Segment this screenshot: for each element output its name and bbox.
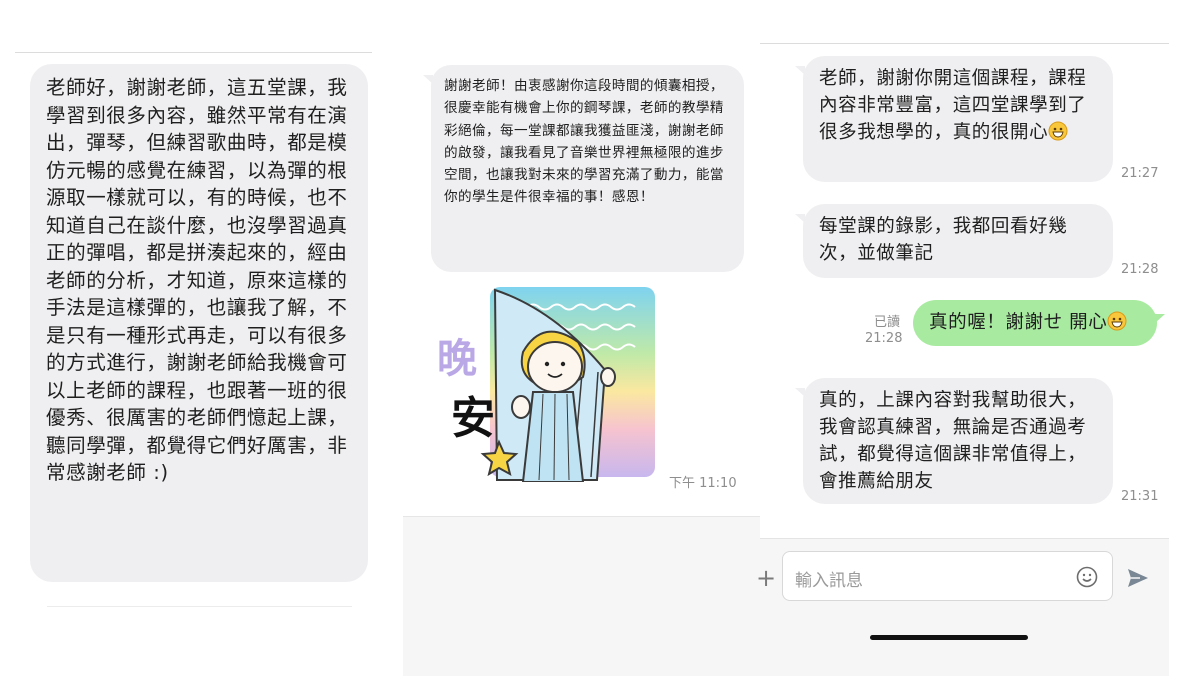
message-text: 老師好，謝謝老師，這五堂課，我學習到很多內容，雖然平常有在演出，彈琴，但練習歌曲… (46, 76, 348, 484)
read-receipt: 已讀 (874, 315, 901, 330)
grinning-face-icon (1107, 311, 1127, 339)
chat-screenshot-middle: 謝謝老師！由衷感謝你這段時間的傾囊相授，很慶幸能有機會上你的鋼琴課，老師的教學精… (403, 0, 760, 676)
timestamp: 下午 11:10 (669, 476, 737, 491)
input-placeholder: 輸入訊息 (795, 571, 863, 591)
goodnight-sticker[interactable]: 晚 安 (433, 282, 663, 483)
message-text: 謝謝老師！由衷感謝你這段時間的傾囊相授，很慶幸能有機會上你的鋼琴課，老師的教學精… (444, 78, 724, 206)
my-message-bubble[interactable]: 真的喔！謝謝せ 開心 (913, 300, 1165, 346)
timestamp: 21:27 (1121, 166, 1159, 181)
message-text: 老師，謝謝你開這個課程，課程內容非常豐富，這四堂課學到了很多我想學的，真的很開心 (819, 65, 1104, 149)
send-icon[interactable] (1126, 567, 1150, 593)
message-text: 每堂課的錄影，我都回看好幾次，並做筆記 (819, 216, 1068, 264)
sticker-text-2: 安 (451, 393, 495, 444)
message-text: 真的，上課內容對我幫助很大，我會認真練習，無論是否通過考試，都覺得這個課非常值得… (819, 390, 1087, 492)
message-input[interactable]: 輸入訊息 (782, 551, 1113, 601)
smiley-icon[interactable] (1076, 566, 1098, 592)
bubble-tail (423, 75, 433, 84)
message-bubble[interactable]: 真的，上課內容對我幫助很大，我會認真練習，無論是否通過考試，都覺得這個課非常值得… (795, 378, 1113, 504)
bubble-tail (1155, 314, 1165, 323)
divider-top (15, 52, 372, 53)
chat-screenshot-left: 老師好，謝謝老師，這五堂課，我學習到很多內容，雖然平常有在演出，彈琴，但練習歌曲… (0, 0, 390, 675)
message-text-content: 老師，謝謝你開這個課程，課程內容非常豐富，這四堂課學到了很多我想學的，真的很開心 (819, 68, 1087, 143)
message-text-content: 真的喔！謝謝せ 開心 (929, 312, 1108, 333)
grinning-face-icon (1048, 121, 1068, 149)
message-bubble[interactable]: 老師，謝謝你開這個課程，課程內容非常豐富，這四堂課學到了很多我想學的，真的很開心 (795, 56, 1113, 182)
bubble-tail (795, 66, 805, 75)
message-input-bar: + 輸入訊息 (756, 538, 1169, 676)
home-indicator (870, 635, 1028, 640)
timestamp: 21:31 (1121, 489, 1159, 504)
sticker-text-1: 晚 (437, 336, 477, 382)
timestamp: 21:28 (1121, 262, 1159, 277)
divider-bottom (47, 606, 352, 607)
chat-screenshot-right: 老師，謝謝你開這個課程，課程內容非常豐富，這四堂課學到了很多我想學的，真的很開心… (756, 0, 1169, 676)
message-bubble[interactable]: 每堂課的錄影，我都回看好幾次，並做筆記 (795, 204, 1113, 278)
message-bubble[interactable]: 老師好，謝謝老師，這五堂課，我學習到很多內容，雖然平常有在演出，彈琴，但練習歌曲… (30, 64, 368, 582)
plus-icon[interactable]: + (756, 566, 776, 590)
message-text: 真的喔！謝謝せ 開心 (929, 309, 1127, 339)
bubble-tail (795, 214, 805, 223)
bottom-area (403, 516, 760, 676)
timestamp: 21:28 (865, 331, 903, 346)
divider-top (760, 43, 1169, 44)
message-bubble[interactable]: 謝謝老師！由衷感謝你這段時間的傾囊相授，很慶幸能有機會上你的鋼琴課，老師的教學精… (423, 65, 744, 272)
bubble-tail (795, 388, 805, 397)
